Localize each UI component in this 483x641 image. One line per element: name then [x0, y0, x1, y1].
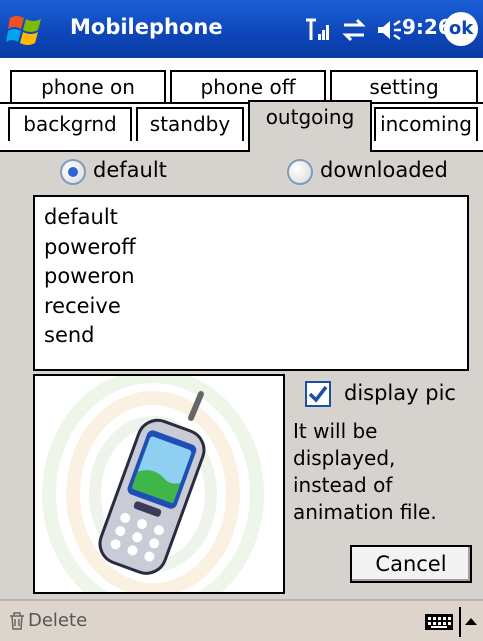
- tab-baseline-right: [372, 150, 483, 152]
- list-item[interactable]: send: [44, 321, 467, 351]
- tab-incoming[interactable]: incoming: [374, 107, 478, 141]
- ok-button[interactable]: ok: [444, 12, 478, 46]
- windows-start-icon[interactable]: [6, 10, 46, 50]
- downloaded-radio-label[interactable]: downloaded: [320, 158, 448, 182]
- menu-divider: [459, 607, 461, 637]
- tab-setting[interactable]: setting: [330, 70, 478, 102]
- keyboard-icon[interactable]: [424, 613, 454, 631]
- display-pic-checkbox[interactable]: [305, 381, 331, 407]
- menu-bar: Delete: [0, 599, 483, 641]
- signal-strength-icon[interactable]: [304, 18, 332, 42]
- tab-standby[interactable]: standby: [136, 107, 244, 141]
- title-bar: Mobilephone 9:26 ok: [0, 0, 483, 58]
- list-item[interactable]: receive: [44, 292, 467, 322]
- checkmark-icon: [308, 385, 328, 403]
- tab-row-divider: [0, 102, 483, 104]
- tab-phone-on[interactable]: phone on: [10, 70, 166, 102]
- trash-icon[interactable]: [8, 611, 26, 631]
- display-pic-info: It will be displayed, instead of animati…: [293, 419, 437, 524]
- radio-selected-dot: [68, 167, 78, 177]
- tab-phone-off[interactable]: phone off: [170, 70, 326, 102]
- downloaded-radio[interactable]: [287, 159, 313, 185]
- speaker-volume-icon[interactable]: [376, 17, 404, 43]
- connectivity-icon[interactable]: [340, 17, 368, 43]
- input-panel-arrow-icon[interactable]: [464, 616, 478, 626]
- phone-illustration: [42, 376, 264, 592]
- tab-area: phone on phone off setting backgrnd stan…: [0, 58, 483, 152]
- sound-file-list[interactable]: default poweroff poweron receive send: [33, 195, 469, 371]
- display-pic-label[interactable]: display pic: [344, 381, 456, 405]
- cancel-button[interactable]: Cancel: [350, 545, 472, 583]
- default-radio[interactable]: [60, 159, 86, 185]
- tab-backgrnd[interactable]: backgrnd: [8, 107, 132, 141]
- default-radio-label[interactable]: default: [93, 158, 167, 182]
- delete-button[interactable]: Delete: [28, 610, 87, 631]
- picture-preview: [33, 374, 285, 594]
- app-title: Mobilephone: [70, 15, 223, 39]
- list-item[interactable]: poweron: [44, 262, 467, 292]
- tab-baseline-left: [0, 150, 248, 152]
- tab-outgoing[interactable]: outgoing: [248, 100, 372, 152]
- list-item[interactable]: default: [44, 203, 467, 233]
- list-item[interactable]: poweroff: [44, 233, 467, 263]
